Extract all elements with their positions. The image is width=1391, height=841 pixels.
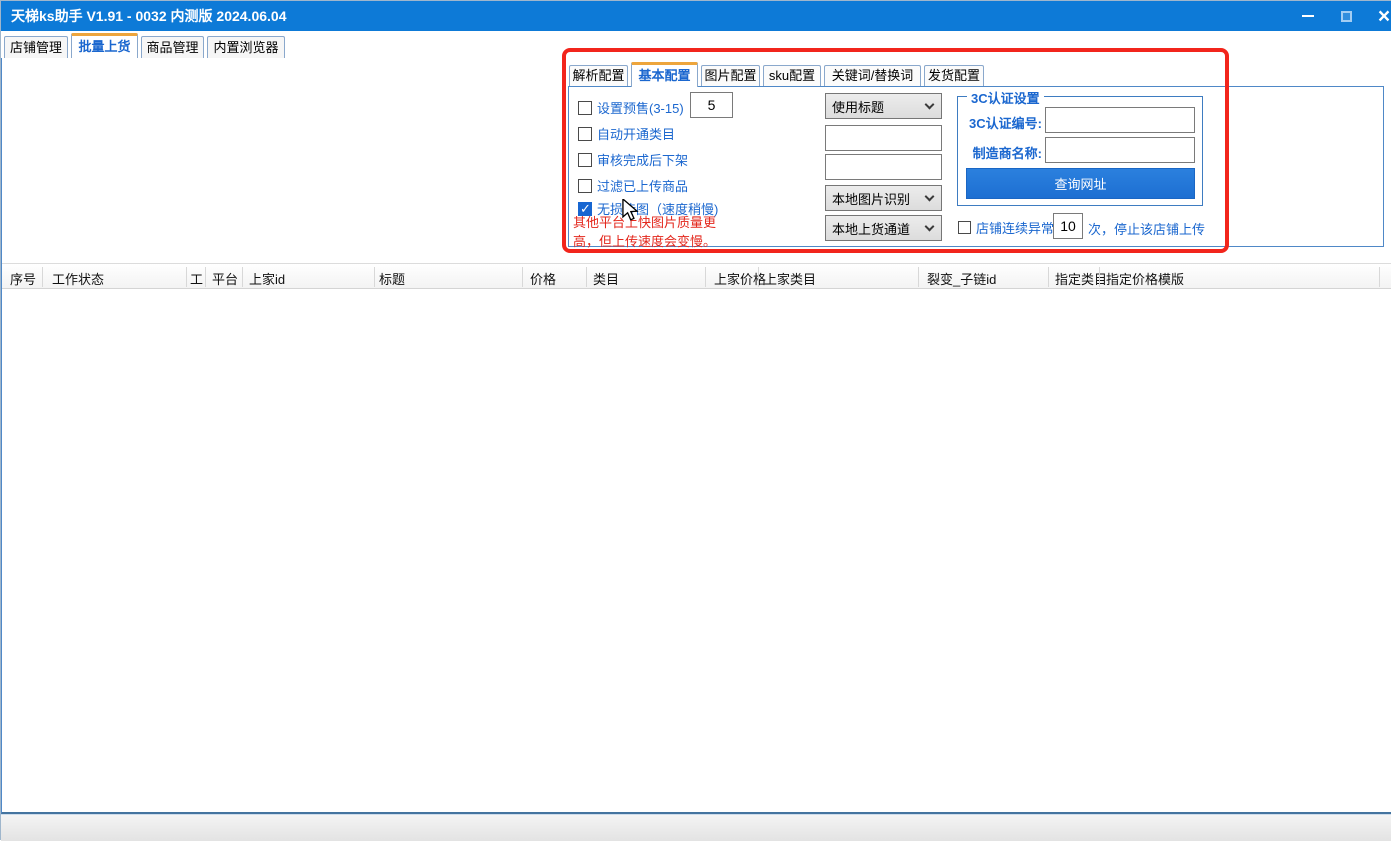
status-bar <box>1 814 1391 841</box>
grid-col-platform[interactable]: 平台 <box>212 269 238 288</box>
chevron-down-icon <box>925 99 935 109</box>
grid-column-separator <box>918 267 919 287</box>
minimize-icon <box>1302 15 1314 17</box>
title-bar: 天梯ks助手 V1.91 - 0032 内测版 2024.06.04 × <box>1 1 1391 31</box>
grid-col-category[interactable]: 类目 <box>593 269 619 288</box>
grid-column-separator <box>522 267 523 287</box>
selling-point-input[interactable] <box>825 154 942 180</box>
category-match-select-value: 本地图片识别 <box>826 189 926 208</box>
grid-column-separator <box>705 267 706 287</box>
checkbox-set-presale[interactable]: 设置预售(3-15) <box>578 98 684 117</box>
grid-column-separator <box>186 267 187 287</box>
grid-column-separator <box>42 267 43 287</box>
grid-column-separator <box>374 267 375 287</box>
short-title-select-value: 使用标题 <box>826 97 926 116</box>
window-title: 天梯ks助手 V1.91 - 0032 内测版 2024.06.04 <box>11 1 286 31</box>
grid-col-assigned-price-template[interactable]: 指定价格模版 <box>1106 269 1184 288</box>
minimize-button[interactable] <box>1289 1 1327 31</box>
tab-product-management[interactable]: 商品管理 <box>141 36 204 58</box>
chevron-down-icon <box>925 221 935 231</box>
grid-col-supplier-category[interactable]: 上家类目 <box>764 269 816 288</box>
grid-col-work-status[interactable]: 工作状态 <box>52 269 104 288</box>
maximize-button[interactable] <box>1327 1 1365 31</box>
application-window: 天梯ks助手 V1.91 - 0032 内测版 2024.06.04 × 店铺管… <box>0 0 1391 840</box>
c3-panel-title: 3C认证设置 <box>967 88 1044 107</box>
custom-short-title-input[interactable] <box>825 125 942 151</box>
tab-parse-config[interactable]: 解析配置 <box>569 65 628 86</box>
tab-shipping-config[interactable]: 发货配置 <box>924 65 984 86</box>
lossless-warning-text: 其他平台上快图片质量更高，但上传速度会变慢。 <box>573 213 725 251</box>
c3-cert-number-input[interactable] <box>1045 107 1195 133</box>
grid-col-index[interactable]: 序号 <box>10 269 36 288</box>
c3-cert-number-label: 3C认证编号: <box>960 113 1042 132</box>
short-title-select[interactable]: 使用标题 <box>825 93 942 119</box>
checkbox-icon <box>578 153 592 167</box>
tab-keyword-replace[interactable]: 关键词/替换词 <box>824 65 921 86</box>
checkbox-label: 过滤已上传商品 <box>597 176 688 195</box>
main-tab-strip: 店铺管理 批量上货 商品管理 内置浏览器 <box>1 31 1391 58</box>
grid-col-price[interactable]: 价格 <box>530 269 556 288</box>
grid-header: 序号 工作状态 工 平台 上家id 标题 价格 类目 上家价格 上家类目 裂变_… <box>2 263 1391 289</box>
tab-batch-upload[interactable]: 批量上货 <box>71 33 138 58</box>
tab-basic-config[interactable]: 基本配置 <box>631 62 698 87</box>
grid-column-separator <box>1048 267 1049 287</box>
abnormal-count-input[interactable] <box>1053 213 1083 239</box>
grid-column-separator <box>1099 267 1100 287</box>
checkbox-icon <box>958 221 971 234</box>
checkbox-icon <box>578 101 592 115</box>
tab-built-in-browser[interactable]: 内置浏览器 <box>207 36 285 58</box>
manufacturer-name-input[interactable] <box>1045 137 1195 163</box>
tab-image-config[interactable]: 图片配置 <box>701 65 760 86</box>
tab-store-management[interactable]: 店铺管理 <box>4 36 68 58</box>
checkbox-delist-after-review[interactable]: 审核完成后下架 <box>578 150 688 169</box>
shop-abnormal-suffix: 次，停止该店铺上传 <box>1088 219 1205 238</box>
grid-col-title[interactable]: 标题 <box>379 269 405 288</box>
shop-abnormal-label: 店铺连续异常 <box>976 218 1054 237</box>
checkbox-label: 自动开通类目 <box>597 124 675 143</box>
presale-days-input[interactable] <box>690 92 733 118</box>
checkbox-icon <box>578 127 592 141</box>
grid-column-separator <box>242 267 243 287</box>
c3-certification-panel: 3C认证设置 3C认证编号: 制造商名称: 查询网址 <box>957 96 1203 206</box>
tab-sku-config[interactable]: sku配置 <box>763 65 821 86</box>
checkbox-icon <box>578 179 592 193</box>
grid-column-separator <box>758 267 759 287</box>
close-icon: × <box>1378 6 1390 27</box>
grid-col-truncated[interactable]: 工 <box>190 269 203 288</box>
checkbox-label: 审核完成后下架 <box>597 150 688 169</box>
grid-col-supplier-id[interactable]: 上家id <box>249 269 285 288</box>
grid-col-fission-sublink-id[interactable]: 裂变_子链id <box>927 269 996 288</box>
checkbox-label: 设置预售(3-15) <box>597 98 684 117</box>
close-button[interactable]: × <box>1365 1 1391 31</box>
checkbox-filter-uploaded[interactable]: 过滤已上传商品 <box>578 176 688 195</box>
upload-channel-select-value: 本地上货通道 <box>826 219 926 238</box>
checkbox-auto-open-category[interactable]: 自动开通类目 <box>578 124 675 143</box>
maximize-icon <box>1341 11 1352 22</box>
query-url-button[interactable]: 查询网址 <box>966 168 1195 199</box>
checkbox-shop-abnormal[interactable]: 店铺连续异常 <box>958 218 1054 237</box>
category-match-select[interactable]: 本地图片识别 <box>825 185 942 211</box>
grid-column-separator <box>586 267 587 287</box>
manufacturer-name-label: 制造商名称: <box>960 143 1042 162</box>
chevron-down-icon <box>925 191 935 201</box>
grid-column-separator <box>205 267 206 287</box>
grid-column-separator <box>1379 267 1380 287</box>
upload-channel-select[interactable]: 本地上货通道 <box>825 215 942 241</box>
